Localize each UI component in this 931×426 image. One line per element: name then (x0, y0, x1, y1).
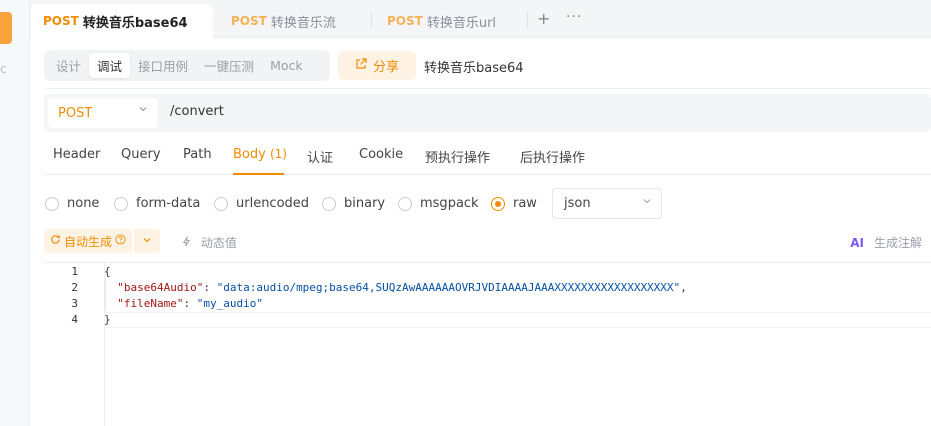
line-number: 3 (71, 297, 78, 310)
body-type-options: none form-data urlencoded binary msgpack… (44, 188, 931, 220)
code-line-3: "fileName": "my_audio" (117, 297, 263, 310)
radio-label: msgpack (420, 196, 479, 211)
dynamic-value-icon (181, 236, 196, 250)
radio-circle (214, 196, 228, 211)
line-number: 2 (71, 281, 78, 294)
sidebar-active-indicator[interactable] (0, 12, 12, 44)
radio-form-data[interactable]: form-data (114, 196, 200, 211)
share-label: 分享 (372, 60, 399, 75)
url-input[interactable]: /convert (170, 104, 224, 119)
radio-urlencoded[interactable]: urlencoded (214, 196, 309, 211)
api-name[interactable]: 转换音乐base64 (424, 57, 524, 76)
tab-body-label: Body (233, 147, 266, 162)
json-string: "data:audio/mpeg;base64,SUQzAwAAAAAAOVRJ… (216, 281, 681, 294)
tab-path[interactable]: Path (183, 147, 212, 162)
code-line-4: } (104, 313, 111, 326)
line-number: 1 (71, 265, 78, 278)
request-section-tabs: Header Query Path Body (1) 认证 Cookie 预执行… (44, 137, 931, 175)
tab-pre-processors[interactable]: 预执行操作 (425, 147, 490, 166)
chevron-down-icon (142, 235, 152, 248)
request-tabbar: POST 转换音乐base64 POST 转换音乐流 POST 转换音乐url … (30, 0, 931, 38)
format-value: json (564, 196, 591, 211)
raw-format-select[interactable]: json (552, 188, 662, 219)
json-string: "my_audio" (196, 297, 263, 310)
help-icon (115, 234, 126, 248)
chevron-down-icon (642, 196, 652, 209)
auto-generate-button[interactable]: 自动生成 (44, 229, 132, 253)
sidebar-glyph: c (0, 62, 7, 76)
code-line-2: "base64Audio": "data:audio/mpeg;base64,S… (117, 281, 687, 294)
dynamic-value-label: 动态值 (200, 236, 237, 250)
radio-label: none (67, 196, 100, 211)
refresh-icon (50, 234, 61, 248)
line-number-gutter: 1 2 3 4 (44, 263, 105, 426)
tab-label: 转换音乐流 (270, 15, 336, 31)
radio-raw[interactable]: raw (491, 196, 537, 211)
radio-none[interactable]: none (45, 196, 99, 211)
tab-separator (371, 12, 372, 28)
url-bar: POST /convert (44, 94, 931, 132)
ai-icon: AI (850, 235, 864, 250)
divider (44, 88, 931, 89)
tab-separator (527, 12, 528, 28)
body-toolbar: 自动生成 动态值 AI 生成注解 (44, 229, 931, 254)
tab-method: POST (231, 14, 267, 28)
tab-label: 转换音乐base64 (82, 15, 188, 31)
radio-label: form-data (136, 196, 201, 211)
auto-generate-dropdown[interactable] (134, 229, 160, 253)
tab-convert-url[interactable]: POST 转换音乐url (375, 4, 525, 38)
tab-method: POST (387, 14, 423, 28)
current-line-highlight (105, 312, 931, 328)
mode-design[interactable]: 设计 (48, 53, 89, 78)
ai-annotation-button[interactable]: AI 生成注解 (850, 234, 922, 251)
more-tabs-icon[interactable]: ··· (566, 9, 582, 25)
radio-label: raw (513, 196, 537, 211)
code-line-1: { (104, 265, 111, 278)
radio-circle (398, 196, 412, 211)
share-button[interactable]: 分享 (338, 51, 416, 80)
mode-test-case[interactable]: 接口用例 (130, 53, 196, 78)
json-key: "base64Audio" (117, 281, 204, 294)
mode-mock[interactable]: Mock (262, 53, 311, 78)
tab-method: POST (43, 14, 79, 28)
ai-annotation-label: 生成注解 (873, 236, 922, 250)
radio-circle (491, 196, 505, 211)
radio-binary[interactable]: binary (322, 196, 385, 211)
active-tab-underline (233, 173, 284, 175)
tab-auth[interactable]: 认证 (307, 147, 333, 166)
tab-label: 转换音乐url (426, 15, 497, 31)
tab-cookie[interactable]: Cookie (359, 147, 403, 162)
tab-header[interactable]: Header (53, 147, 100, 162)
add-tab-icon[interactable]: + (537, 9, 550, 28)
dynamic-value-button[interactable]: 动态值 (181, 234, 237, 251)
radio-circle (322, 196, 336, 211)
tab-body[interactable]: Body (1) (233, 147, 287, 162)
chevron-down-icon (138, 104, 148, 117)
radio-label: urlencoded (236, 196, 310, 211)
radio-msgpack[interactable]: msgpack (398, 196, 479, 211)
method-select[interactable]: POST (48, 98, 158, 128)
tab-convert-stream[interactable]: POST 转换音乐流 (219, 4, 369, 38)
tab-post-processors[interactable]: 后执行操作 (520, 147, 585, 166)
radio-label: binary (344, 196, 386, 211)
code-editor[interactable]: 1 2 3 4 { "base64Audio": "data:audio/mpe… (44, 262, 931, 426)
auto-generate-label: 自动生成 (63, 234, 112, 249)
tab-convert-base64[interactable]: POST 转换音乐base64 (31, 4, 213, 38)
radio-circle (114, 196, 128, 211)
mode-switcher: 设计 调试 接口用例 一键压测 Mock (44, 50, 330, 81)
left-sidebar: c (0, 0, 30, 426)
mode-debug[interactable]: 调试 (89, 53, 131, 78)
tab-body-count: (1) (269, 147, 287, 161)
line-number: 4 (71, 313, 78, 326)
json-key: "fileName" (117, 297, 184, 310)
share-icon (355, 58, 367, 73)
mode-load-test[interactable]: 一键压测 (196, 53, 262, 78)
method-value: POST (58, 105, 93, 121)
tab-query[interactable]: Query (121, 147, 161, 162)
radio-circle (45, 196, 59, 211)
